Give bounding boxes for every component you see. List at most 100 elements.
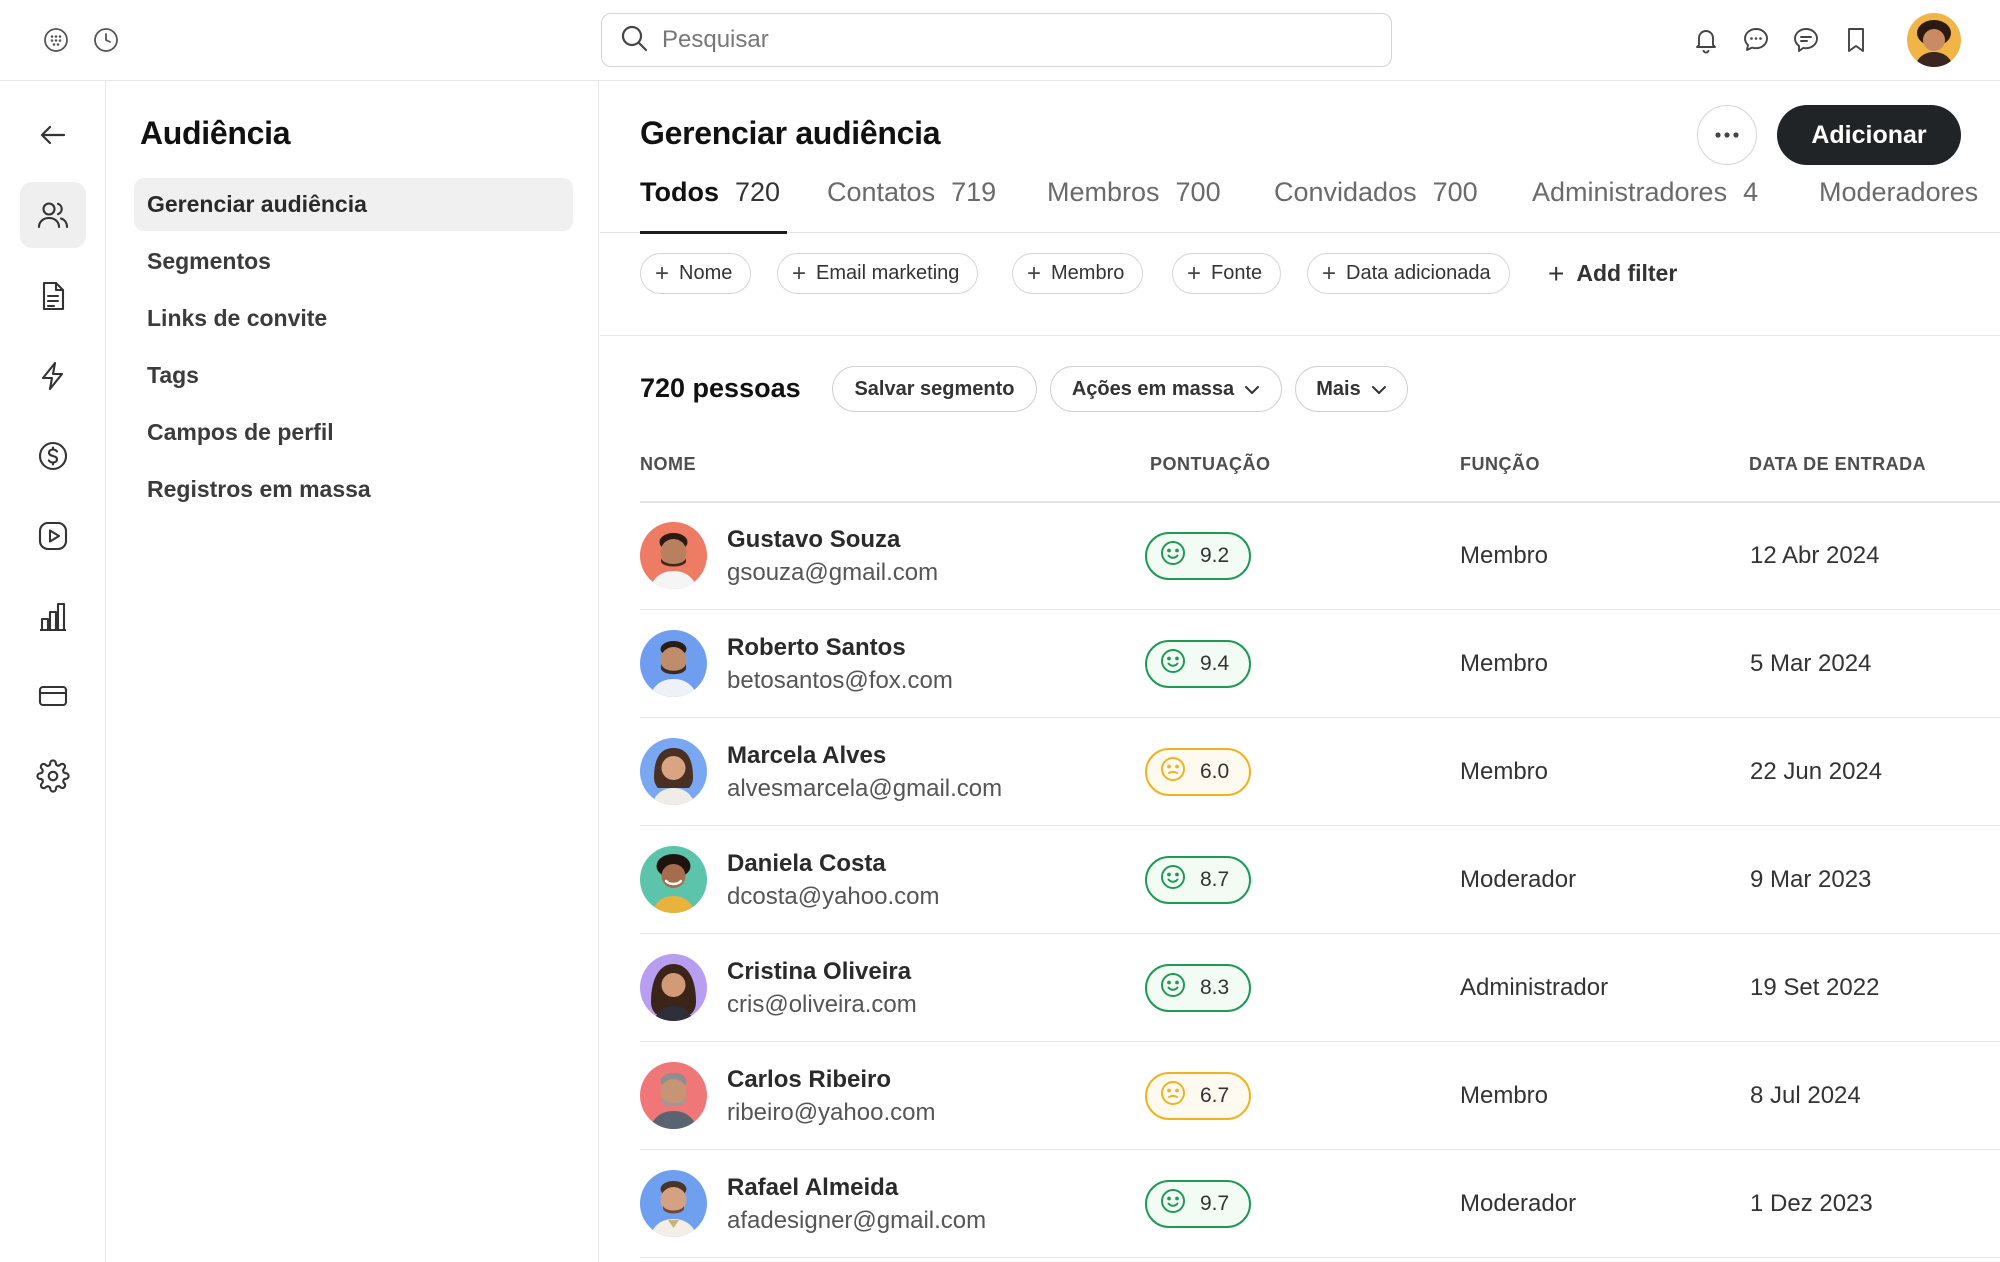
- save-segment-button[interactable]: Salvar segmento: [832, 366, 1037, 412]
- chip-label: Fonte: [1211, 262, 1263, 284]
- person-role: Membro: [1460, 758, 1549, 785]
- button-label: Ações em massa: [1071, 377, 1235, 400]
- person-role: Membro: [1460, 1082, 1549, 1109]
- sidebar-item-tags[interactable]: Tags: [134, 349, 573, 402]
- dollar-icon[interactable]: [20, 423, 86, 489]
- main-content: Gerenciar audiência Adicionar Todos 720 C…: [600, 81, 2000, 1262]
- person-join-date: 19 Set 2022: [1750, 974, 1880, 1001]
- person-email: betosantos@fox.com: [727, 667, 953, 694]
- card-icon[interactable]: [20, 663, 86, 729]
- play-icon[interactable]: [20, 503, 86, 569]
- plus-icon: +: [1322, 259, 1337, 287]
- person-name[interactable]: Daniela Costa: [727, 850, 886, 878]
- tab-label: Todos: [640, 177, 719, 207]
- gear-icon[interactable]: [20, 743, 86, 809]
- avatar: [640, 630, 707, 697]
- add-button[interactable]: Adicionar: [1777, 105, 1961, 165]
- tab-label: Administradores: [1532, 177, 1728, 207]
- column-header-score[interactable]: PONTUAÇÃO: [1150, 454, 1271, 475]
- lightning-icon[interactable]: [20, 343, 86, 409]
- table-row[interactable]: Daniela Costa dcosta@yahoo.com 8.7 Moder…: [640, 826, 2000, 934]
- person-name[interactable]: Rafael Almeida: [727, 1174, 898, 1202]
- column-header-name[interactable]: NOME: [640, 454, 696, 475]
- chevron-down-icon: [1244, 378, 1260, 401]
- chip-label: Membro: [1051, 262, 1125, 284]
- tab-all[interactable]: Todos 720: [640, 177, 780, 233]
- plus-icon: +: [792, 259, 807, 287]
- add-filter-button[interactable]: + Add filter: [1548, 253, 1677, 294]
- person-name[interactable]: Carlos Ribeiro: [727, 1066, 891, 1094]
- back-arrow-icon[interactable]: [20, 102, 86, 168]
- tab-label: Convidados: [1274, 177, 1417, 207]
- chip-label: Nome: [679, 262, 733, 284]
- table-row[interactable]: Roberto Santos betosantos@fox.com 9.4 Me…: [640, 610, 2000, 718]
- avatar: [640, 954, 707, 1021]
- table-row[interactable]: Gustavo Souza gsouza@gmail.com 9.2 Membr…: [640, 502, 2000, 610]
- person-role: Moderador: [1460, 1190, 1577, 1217]
- table-row[interactable]: Rafael Almeida afadesigner@gmail.com 9.7…: [640, 1150, 2000, 1258]
- tab-label: Moderadores: [1819, 177, 1979, 207]
- person-join-date: 12 Abr 2024: [1750, 542, 1880, 569]
- more-dropdown[interactable]: Mais: [1295, 366, 1408, 412]
- score-badge: 6.7: [1145, 1072, 1251, 1120]
- tab-moderators[interactable]: Moderadores: [1819, 177, 1978, 233]
- ellipsis-icon: [1714, 126, 1740, 144]
- smile-icon: [1160, 648, 1186, 680]
- tab-administrators[interactable]: Administradores 4: [1532, 177, 1758, 233]
- filter-chip-member[interactable]: + Membro: [1012, 253, 1144, 294]
- person-email: cris@oliveira.com: [727, 991, 917, 1018]
- filter-chip-email-marketing[interactable]: + Email marketing: [777, 253, 979, 294]
- person-role: Administrador: [1460, 974, 1609, 1001]
- filter-chip-source[interactable]: + Fonte: [1172, 253, 1282, 294]
- tab-count: 700: [1432, 177, 1478, 207]
- search-bar[interactable]: [601, 13, 1392, 67]
- filter-chip-date-added[interactable]: + Data adicionada: [1307, 253, 1510, 294]
- chat-lines-icon[interactable]: [1786, 20, 1826, 60]
- table-row[interactable]: Marcela Alves alvesmarcela@gmail.com 6.0…: [640, 718, 2000, 826]
- filter-chip-name[interactable]: + Nome: [640, 253, 752, 294]
- person-join-date: 9 Mar 2023: [1750, 866, 1872, 893]
- tab-contacts[interactable]: Contatos 719: [827, 177, 996, 233]
- sidebar-item-profile-fields[interactable]: Campos de perfil: [134, 406, 573, 459]
- tab-members[interactable]: Membros 700: [1047, 177, 1221, 233]
- person-email: alvesmarcela@gmail.com: [727, 775, 1003, 802]
- chevron-down-icon: [1371, 378, 1387, 401]
- person-role: Membro: [1460, 542, 1549, 569]
- audience-sidebar: Audiência Gerenciar audiência Segmentos …: [106, 81, 599, 1262]
- icon-rail: [0, 81, 106, 1262]
- document-icon[interactable]: [20, 263, 86, 329]
- tab-count: 4: [1743, 177, 1759, 207]
- bookmark-icon[interactable]: [1836, 20, 1876, 60]
- bell-icon[interactable]: [1686, 20, 1726, 60]
- sidebar-item-bulk-records[interactable]: Registros em massa: [134, 463, 573, 516]
- plus-icon: +: [1187, 259, 1202, 287]
- column-header-join-date[interactable]: DATA DE ENTRADA: [1749, 454, 1926, 475]
- person-name[interactable]: Roberto Santos: [727, 634, 906, 662]
- sidebar-item-invite-links[interactable]: Links de convite: [134, 292, 573, 345]
- bar-chart-icon[interactable]: [20, 584, 86, 650]
- sidebar-item-manage-audience[interactable]: Gerenciar audiência: [134, 178, 573, 231]
- table-row[interactable]: Cristina Oliveira cris@oliveira.com 8.3 …: [640, 934, 2000, 1042]
- chat-bubble-icon[interactable]: [1736, 20, 1776, 60]
- table-row[interactable]: Carlos Ribeiro ribeiro@yahoo.com 6.7 Mem…: [640, 1042, 2000, 1150]
- person-name[interactable]: Cristina Oliveira: [727, 958, 911, 986]
- person-name[interactable]: Gustavo Souza: [727, 526, 900, 554]
- sidebar-title: Audiência: [140, 115, 291, 151]
- users-icon[interactable]: [20, 182, 86, 248]
- column-header-role[interactable]: FUNÇÃO: [1460, 454, 1540, 475]
- smile-icon: [1160, 540, 1186, 572]
- search-input[interactable]: [662, 26, 1342, 54]
- score-value: 9.4: [1200, 652, 1230, 675]
- more-options-button[interactable]: [1697, 105, 1757, 165]
- tab-guests[interactable]: Convidados 700: [1274, 177, 1478, 233]
- person-email: gsouza@gmail.com: [727, 559, 939, 586]
- tabs-bar: Todos 720 Contatos 719 Membros 700 Convidad…: [600, 177, 2000, 233]
- sidebar-item-segments[interactable]: Segmentos: [134, 235, 573, 288]
- bulk-actions-dropdown[interactable]: Ações em massa: [1050, 366, 1282, 412]
- apps-grid-icon[interactable]: [36, 20, 76, 60]
- person-name[interactable]: Marcela Alves: [727, 742, 886, 770]
- user-avatar[interactable]: [1907, 13, 1961, 67]
- tab-count: 700: [1175, 177, 1221, 207]
- score-value: 6.0: [1200, 760, 1230, 783]
- clock-icon[interactable]: [86, 20, 126, 60]
